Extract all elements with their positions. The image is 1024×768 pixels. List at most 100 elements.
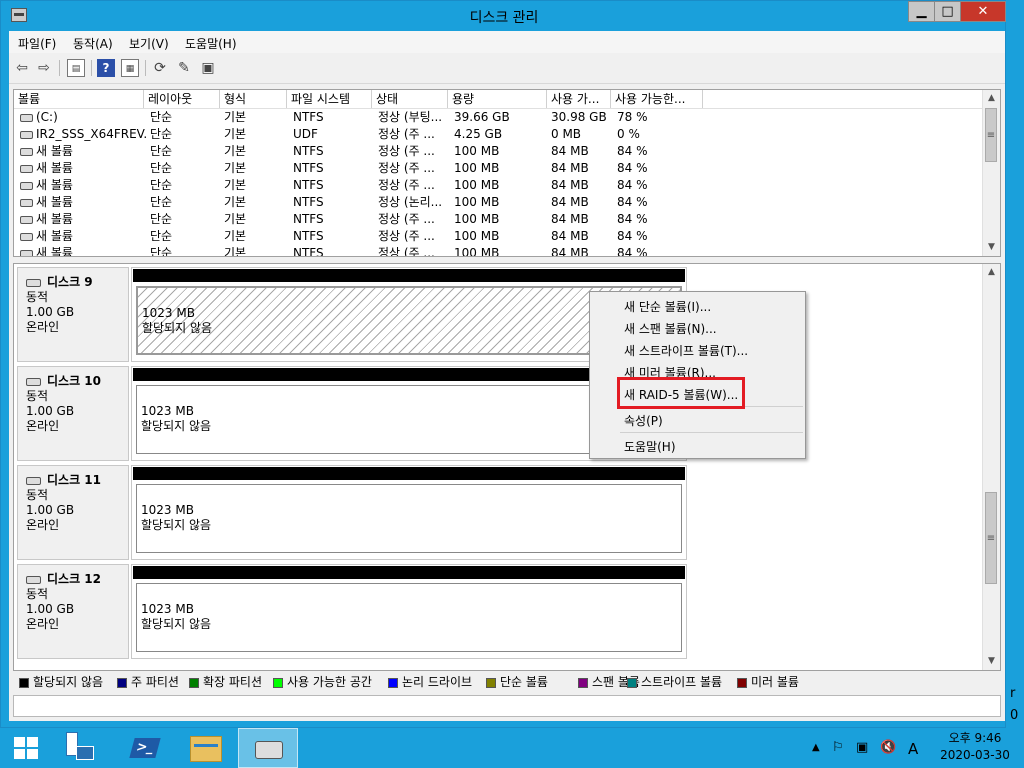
refresh-icon[interactable]: ⟳ [151, 59, 169, 77]
table-row[interactable]: 새 볼륨 단순 기본 NTFS 정상 (주 ... 100 MB 84 MB 84 % [14, 245, 984, 257]
disk-graphical-view[interactable]: 디스크 9 동적 1.00 GB 온라인 1023 MB 할당되지 않음 디스크 10 동적 1… [13, 263, 1001, 671]
table-row[interactable]: IR2_SSS_X64FREV... 단순 기본 UDF 정상 (주 ... 4.25 G… [14, 126, 984, 143]
table-cell: 단순 [150, 195, 173, 209]
table-row[interactable]: 새 볼륨 단순 기본 NTFS 정상 (논리... 100 MB 84 MB 84 % [14, 194, 984, 211]
scroll-up-arrow[interactable]: ▲ [983, 90, 1000, 107]
volume-name: IR2_SSS_X64FREV... [36, 127, 146, 141]
window-title: 디스크 관리 [469, 10, 539, 26]
disk-label[interactable]: 디스크 11 동적 1.00 GB 온라인 [17, 465, 129, 560]
table-cell: 84 % [617, 144, 648, 158]
scroll-down-arrow[interactable]: ▼ [983, 239, 1000, 256]
menu-action[interactable]: 동작(A) [73, 35, 113, 52]
table-cell: 30.98 GB [551, 110, 607, 124]
menu-new-spanned-volume[interactable]: 새 스팬 볼륨(N)... [624, 320, 717, 337]
scroll-up-arrow[interactable]: ▲ [983, 264, 1000, 281]
column-header-capacity[interactable]: 용량 [448, 90, 547, 108]
menu-properties[interactable]: 속성(P) [624, 412, 663, 429]
volume-muted-icon[interactable]: 🔇 [880, 740, 896, 755]
title-bar[interactable]: 디스크 관리 ▁ □ ✕ [1, 1, 1007, 31]
legend-label: 논리 드라이브 [402, 675, 473, 689]
column-header-volume[interactable]: 볼륨 [14, 90, 144, 108]
properties-icon[interactable]: ▦ [121, 59, 139, 77]
table-row[interactable]: (C:) 단순 기본 NTFS 정상 (부팅... 39.66 GB 30.98 GB 78 … [14, 109, 984, 126]
table-row[interactable]: 새 볼륨 단순 기본 NTFS 정상 (주 ... 100 MB 84 MB 84 % [14, 160, 984, 177]
server-manager-button[interactable] [54, 728, 114, 768]
show-hidden-icons-arrow[interactable]: ▲ [812, 742, 820, 753]
disk-icon [26, 476, 41, 485]
help-icon[interactable]: ? [97, 59, 115, 77]
disk-icon [26, 377, 41, 386]
toolbar-separator [145, 60, 146, 76]
volume-list-scrollbar[interactable]: ▲ ≡ ▼ [982, 90, 1000, 256]
drive-icon [20, 113, 33, 122]
network-icon[interactable]: ▣ [856, 740, 868, 755]
forward-arrow-icon[interactable]: ⇨ [35, 59, 53, 77]
legend-swatch [117, 677, 127, 688]
clock[interactable]: 오후 9:46 2020-03-30 [932, 730, 1018, 764]
scroll-thumb[interactable]: ≡ [985, 108, 997, 162]
file-explorer-button[interactable] [176, 728, 236, 768]
table-cell: 정상 (주 ... [378, 161, 435, 175]
disk-management-button[interactable] [238, 728, 298, 768]
menu-file[interactable]: 파일(F) [18, 35, 56, 52]
volume-list[interactable]: 볼륨 레이아웃 형식 파일 시스템 상태 용량 사용 가... 사용 가능한..… [13, 89, 1001, 257]
scroll-down-arrow[interactable]: ▼ [983, 653, 1000, 670]
table-cell: 단순 [150, 212, 173, 226]
show-hide-tree-icon[interactable]: ▤ [67, 59, 85, 77]
start-button[interactable] [0, 728, 52, 768]
disk-label[interactable]: 디스크 12 동적 1.00 GB 온라인 [17, 564, 129, 659]
table-row[interactable]: 새 볼륨 단순 기본 NTFS 정상 (주 ... 100 MB 84 MB 84 % [14, 228, 984, 245]
menu-view[interactable]: 보기(V) [129, 35, 169, 52]
partition-block[interactable]: 1023 MB 할당되지 않음 [131, 564, 687, 659]
export-icon[interactable]: ▣ [199, 59, 217, 77]
ime-indicator[interactable]: A [908, 740, 918, 758]
disk-label[interactable]: 디스크 9 동적 1.00 GB 온라인 [17, 267, 129, 362]
table-cell: 단순 [150, 144, 173, 158]
disk-size: 1.00 GB [26, 602, 75, 616]
powershell-button[interactable]: >_ [116, 728, 176, 768]
volume-name: 새 볼륨 [36, 212, 73, 226]
highlight-box [617, 377, 745, 409]
table-cell: NTFS [293, 195, 324, 209]
unallocated-partition[interactable]: 1023 MB 할당되지 않음 [136, 484, 682, 553]
table-row[interactable]: 새 볼륨 단순 기본 NTFS 정상 (주 ... 100 MB 84 MB 84 % [14, 211, 984, 228]
action-center-flag-icon[interactable]: ⚐ [832, 740, 844, 755]
table-cell: 84 MB [551, 246, 589, 257]
drive-icon [20, 130, 33, 139]
column-header-free-space[interactable]: 사용 가... [547, 90, 611, 108]
column-header-percent-free[interactable]: 사용 가능한... [611, 90, 703, 108]
unallocated-partition[interactable]: 1023 MB 할당되지 않음 [136, 583, 682, 652]
table-cell: 새 볼륨 [20, 177, 146, 194]
folder-icon [190, 736, 222, 762]
close-button[interactable]: ✕ [960, 1, 1006, 22]
minimize-button[interactable]: ▁ [908, 1, 935, 22]
disk-label[interactable]: 디스크 10 동적 1.00 GB 온라인 [17, 366, 129, 461]
disk-view-scrollbar[interactable]: ▲ ≡ ▼ [982, 264, 1000, 670]
menu-help[interactable]: 도움말(H) [185, 35, 237, 52]
column-header-layout[interactable]: 레이아웃 [144, 90, 220, 108]
legend-item: 미러 볼륨 [737, 673, 799, 691]
maximize-button[interactable]: □ [934, 1, 961, 22]
column-header-type[interactable]: 형식 [220, 90, 287, 108]
column-header-status[interactable]: 상태 [372, 90, 448, 108]
disk-status: 온라인 [26, 518, 60, 532]
volume-name: 새 볼륨 [36, 144, 73, 158]
table-cell: NTFS [293, 110, 324, 124]
table-cell: 새 볼륨 [20, 194, 146, 211]
scroll-thumb[interactable]: ≡ [985, 492, 997, 584]
table-row[interactable]: 새 볼륨 단순 기본 NTFS 정상 (주 ... 100 MB 84 MB 84 % [14, 177, 984, 194]
menu-help-item[interactable]: 도움말(H) [624, 438, 676, 455]
legend-item: 단순 볼륨 [486, 673, 548, 691]
table-cell: 100 MB [454, 178, 500, 192]
legend-label: 단순 볼륨 [500, 675, 548, 689]
menu-new-simple-volume[interactable]: 새 단순 볼륨(I)... [624, 298, 711, 315]
menu-new-striped-volume[interactable]: 새 스트라이프 볼륨(T)... [624, 342, 748, 359]
table-cell: 정상 (주 ... [378, 246, 435, 257]
table-row[interactable]: 새 볼륨 단순 기본 NTFS 정상 (주 ... 100 MB 84 MB 84 % [14, 143, 984, 160]
server-manager-icon-case [76, 746, 94, 760]
clock-time: 오후 9:46 [948, 731, 1002, 745]
settings-icon[interactable]: ✎ [175, 59, 193, 77]
column-header-filesystem[interactable]: 파일 시스템 [287, 90, 372, 108]
back-arrow-icon[interactable]: ⇦ [13, 59, 31, 77]
partition-block[interactable]: 1023 MB 할당되지 않음 [131, 465, 687, 560]
